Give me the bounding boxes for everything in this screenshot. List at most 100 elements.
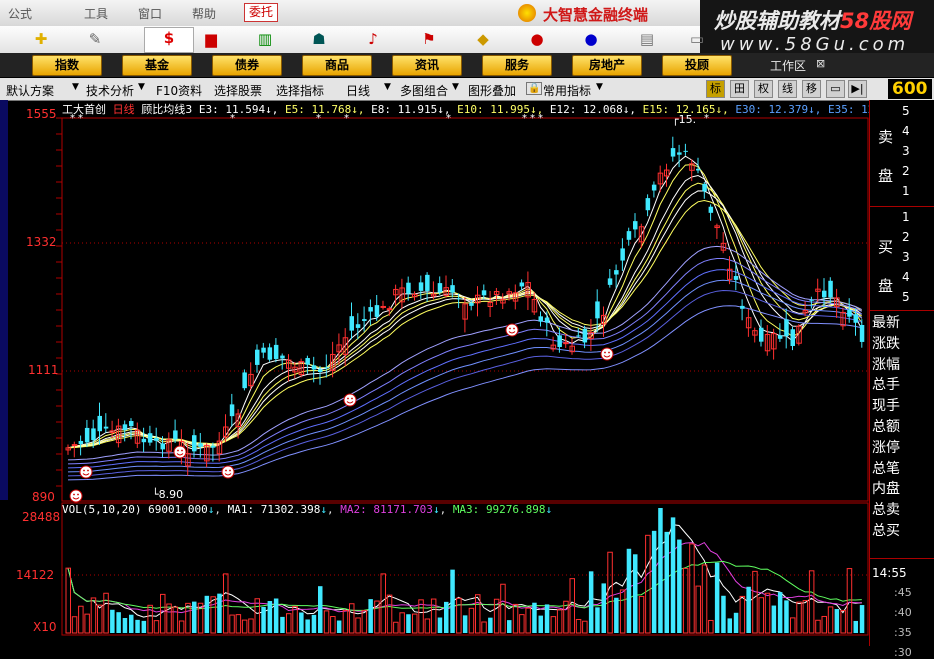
volume-bar-down [834,609,840,633]
volume-bar-down [601,583,606,633]
window-icon[interactable]: ▭ [826,80,845,98]
cross-star-icon[interactable]: ✚ [30,29,52,49]
volume-bar-down [305,619,310,633]
common-indicator-button[interactable]: 常用指标 [543,82,591,99]
period-select[interactable]: 日线 [346,82,370,99]
menu-window[interactable]: 窗口 [138,5,162,22]
volume-axis-label: X10 [33,620,57,634]
volume-bar-up [500,583,506,634]
menu-help[interactable]: 帮助 [192,5,216,22]
volume-bar-up [525,607,531,634]
volume-bar-up [790,617,796,634]
pen-icon[interactable]: ✎ [84,29,106,49]
f10-button[interactable]: F10资料 [156,82,202,99]
chevron-down-icon[interactable]: ▼ [72,82,79,92]
default-plan-menu[interactable]: 默认方案 [6,82,54,99]
menu-tools[interactable]: 工具 [84,5,108,22]
volume-bar-down [721,595,726,633]
candle-down [147,433,153,443]
pick-indicator-button[interactable]: 选择指标 [276,82,324,99]
volume-bar-down [733,612,739,633]
tech-analysis-menu[interactable]: 技术分析 [86,82,134,99]
cat-news[interactable]: 资讯 [392,55,462,76]
multi-chart-button[interactable]: 多图组合 [400,82,448,99]
rights-button[interactable]: 权 [754,80,773,98]
volume-bar-up [393,621,399,634]
candle-down [538,316,543,322]
sell-level: 4 [902,124,910,138]
candle-down [790,329,795,346]
volume-bar-up [512,603,519,634]
crosshair-button[interactable]: 田 [730,80,749,98]
line-button[interactable]: 线 [778,80,797,98]
chevron-down-icon[interactable]: ▼ [452,82,459,92]
kline-chart[interactable]: * * * * * * * * * * [0,100,934,646]
lock-icon[interactable]: 🔒 [526,82,543,95]
diamond-icon[interactable]: ◆ [472,29,494,49]
volume-bar-up [821,615,827,634]
candle-down [229,404,235,417]
chevron-down-icon[interactable]: ▼ [138,82,145,92]
binoculars-icon[interactable]: ☗ [308,29,330,49]
stock-code: 600 [888,79,932,99]
ball-red-icon[interactable]: ● [526,29,548,49]
cat-service[interactable]: 服务 [482,55,552,76]
quote-field: 涨跌 [872,335,900,352]
chart-red-icon[interactable]: ▆ [200,29,222,49]
candle-down [273,344,279,359]
volume-bar-up [65,567,71,634]
cat-realestate[interactable]: 房地产 [572,55,642,76]
volume-bar-down [651,530,657,633]
stock-name: 工大首创 [62,103,106,116]
doc-icon[interactable]: ▤ [636,29,658,49]
chevron-down-icon[interactable]: ▼ [384,82,391,92]
volume-bar-up [160,593,166,634]
buy-level: 3 [902,250,910,264]
volume-bar-up [342,609,349,634]
volume-bar-up [178,620,185,634]
monitor-icon[interactable]: ▭ [686,29,708,49]
cat-commodity[interactable]: 商品 [302,55,372,76]
pick-stock-button[interactable]: 选择股票 [214,82,262,99]
next-icon[interactable]: ▶| [848,80,867,98]
volume-bar-up [575,618,582,634]
smiley-eye [347,397,349,400]
cat-bond[interactable]: 债券 [212,55,282,76]
flag-icon[interactable]: ⚑ [418,29,440,49]
volume-bar-down [129,614,134,633]
smiley-icon [600,347,614,361]
smiley-face [173,445,187,459]
close-icon[interactable]: ⊠ [816,57,825,70]
volume-bar-up [323,610,330,634]
cat-index[interactable]: 指数 [32,55,102,76]
bell-icon[interactable]: ♪ [362,29,384,49]
bars-icon[interactable]: ▥ [254,29,276,49]
ball-blue-icon[interactable]: ● [580,29,602,49]
volume-bar-down [299,612,304,633]
candle-down [122,424,128,431]
dollar-icon[interactable]: $ [144,27,194,53]
price-axis-label: 1555 [26,107,57,121]
chevron-down-icon[interactable]: ▼ [596,82,603,92]
ma-value-e5: E5: 11.768↓, [278,103,365,116]
volume-axis-label: 14122 [16,568,55,582]
menu-formula[interactable]: 公式 [8,5,32,22]
time-label: 14:55 [872,566,907,580]
volume-bar-up [815,619,821,634]
mark-button[interactable]: 标 [706,80,725,98]
workarea-label[interactable]: 工作区 [770,57,806,74]
volume-bar-down [318,586,323,633]
candle-down [318,369,323,372]
cat-advisor[interactable]: 投顾 [662,55,732,76]
entrust-button[interactable]: 委托 [244,3,278,22]
smiley-icon [69,489,83,503]
vol-ma2-value: 81171.703 [373,503,433,516]
overlay-button[interactable]: 图形叠加 [468,82,516,99]
candle-down [670,148,676,157]
cat-fund[interactable]: 基金 [122,55,192,76]
move-button[interactable]: 移 [802,80,821,98]
candle-down [154,437,159,441]
candle-down [582,328,588,343]
volume-bar-up [103,592,109,634]
volume-bar-up [399,612,405,634]
